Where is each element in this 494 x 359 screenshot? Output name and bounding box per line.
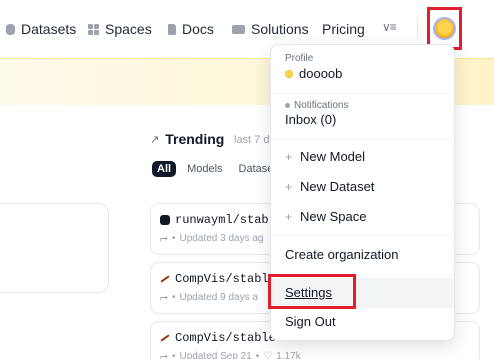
- avatar[interactable]: [433, 17, 456, 40]
- notifications-label: Notifications: [294, 100, 349, 111]
- new-dataset-item[interactable]: + New Dataset: [285, 179, 374, 194]
- repo-name: runwayml/stabl: [175, 213, 276, 227]
- settings-highlight: [268, 274, 356, 309]
- repo-meta: ⮣ • Updated 9 days a: [160, 292, 258, 303]
- new-space-label: New Space: [300, 209, 367, 224]
- repo-updated: Updated Sep 21: [179, 351, 252, 359]
- task-tag-icon: ⮣: [160, 292, 168, 303]
- org-avatar-icon: [160, 215, 170, 225]
- repo-updated: Updated 3 days ag: [179, 233, 264, 244]
- nav-solutions[interactable]: Solutions: [232, 20, 309, 38]
- nav-solutions-label: Solutions: [251, 21, 309, 37]
- nav-divider: [417, 18, 418, 38]
- repo-name: CompVis/stable: [175, 272, 276, 286]
- trending-title: Trending: [165, 131, 225, 147]
- menu-divider: [271, 235, 454, 236]
- nav-pricing[interactable]: Pricing: [322, 20, 365, 38]
- filter-models[interactable]: Models: [182, 161, 227, 177]
- nav-docs[interactable]: Docs: [168, 20, 214, 38]
- repo-meta: ⮣ • Updated Sep 21 • ♡ 1.17k: [160, 351, 301, 359]
- solutions-icon: [232, 24, 245, 34]
- repo-title[interactable]: CompVis/stable: [160, 331, 276, 345]
- repo-title[interactable]: CompVis/stable: [160, 272, 276, 286]
- profile-link[interactable]: doooob: [285, 66, 342, 81]
- trending-filters: All Models Datase: [152, 161, 278, 177]
- datasets-icon: [6, 23, 15, 35]
- repo-updated: Updated 9 days a: [179, 292, 258, 303]
- inbox-link[interactable]: Inbox (0): [285, 112, 336, 127]
- spaces-icon: [88, 23, 99, 35]
- new-model-item[interactable]: + New Model: [285, 149, 365, 164]
- notifications-label-row: Notifications: [285, 100, 348, 111]
- nav-spaces-label: Spaces: [105, 21, 152, 37]
- heart-icon: ♡: [263, 351, 273, 359]
- plus-icon: +: [285, 149, 293, 164]
- plus-icon: +: [285, 209, 293, 224]
- repo-likes: 1.17k: [276, 351, 301, 359]
- repo-meta: ⮣ • Updated 3 days ag: [160, 233, 264, 244]
- trending-subtitle: last 7 d: [234, 134, 270, 146]
- new-model-label: New Model: [300, 149, 366, 164]
- nav-docs-label: Docs: [182, 21, 214, 37]
- nav-spaces[interactable]: Spaces: [88, 20, 152, 38]
- user-avatar-icon: [285, 69, 293, 78]
- profile-label: Profile: [285, 53, 314, 64]
- docs-icon: [168, 23, 176, 35]
- menu-divider: [271, 139, 454, 140]
- nav-pricing-label: Pricing: [322, 21, 365, 37]
- menu-divider: [271, 93, 454, 94]
- trending-icon: ↗: [150, 133, 160, 146]
- filter-all[interactable]: All: [152, 161, 177, 177]
- left-panel-card: [0, 203, 109, 293]
- create-organization-item[interactable]: Create organization: [285, 247, 398, 262]
- new-dataset-label: New Dataset: [300, 179, 375, 194]
- new-space-item[interactable]: + New Space: [285, 209, 366, 224]
- sign-out-item[interactable]: Sign Out: [285, 314, 336, 329]
- org-avatar-icon: [160, 275, 170, 283]
- nav-datasets[interactable]: Datasets: [6, 20, 76, 38]
- org-avatar-icon: [160, 334, 170, 342]
- trending-header: ↗ Trending: [150, 131, 224, 147]
- plus-icon: +: [285, 179, 293, 194]
- notification-dot-icon: [285, 103, 290, 108]
- more-menu-icon[interactable]: ∨≡: [382, 20, 397, 34]
- task-tag-icon: ⮣: [160, 351, 168, 359]
- task-tag-icon: ⮣: [160, 233, 168, 244]
- nav-datasets-label: Datasets: [21, 21, 77, 37]
- repo-title[interactable]: runwayml/stabl: [160, 213, 276, 227]
- username: doooob: [299, 66, 343, 81]
- repo-name: CompVis/stable: [175, 331, 276, 345]
